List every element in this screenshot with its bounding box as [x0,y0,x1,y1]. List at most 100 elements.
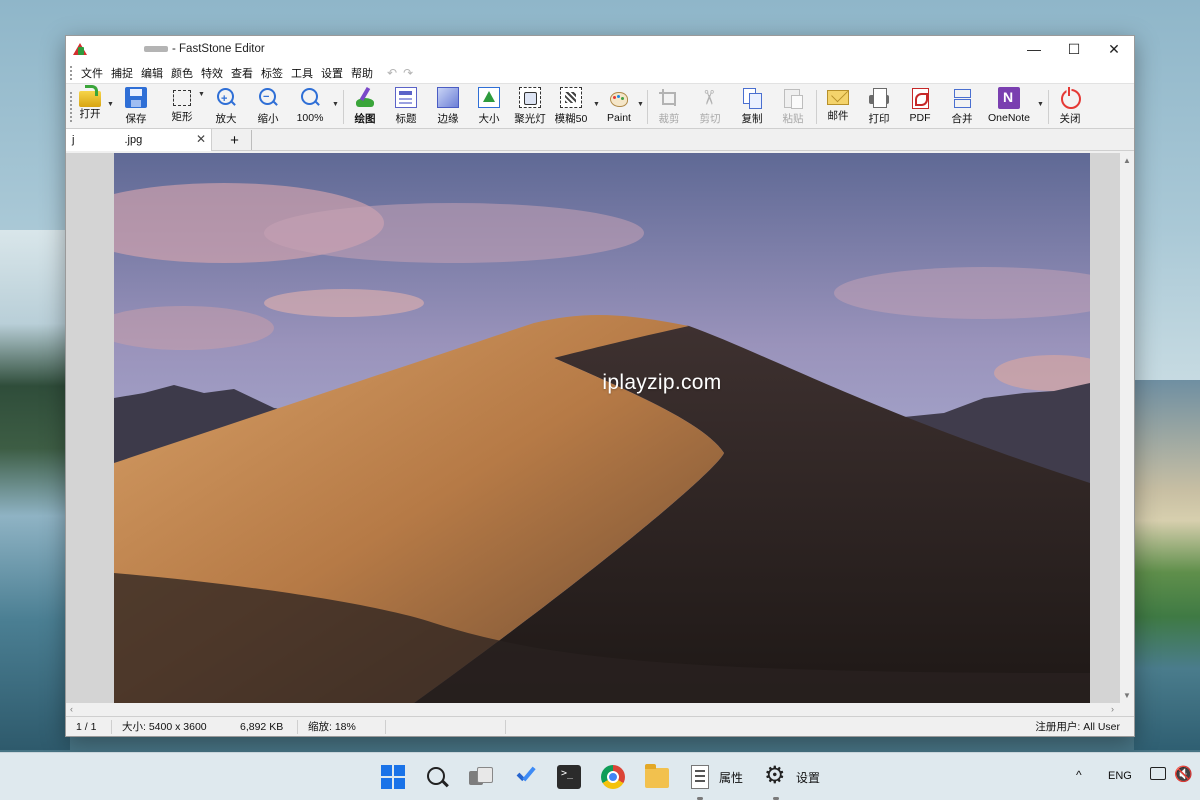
menu-color[interactable]: 颜色 [167,65,197,81]
tab-close-icon[interactable]: ✕ [196,132,206,146]
zoom-out-icon: − [257,87,279,108]
paint-button[interactable]: Paint [604,86,634,126]
print-button[interactable]: 打印 [865,86,893,126]
spotlight-button[interactable]: 聚光灯 [512,86,548,126]
copy-button[interactable]: 复制 [738,86,766,126]
edge-button[interactable]: 边缘 [434,86,462,126]
open-dropdown-arrow[interactable]: ▼ [107,101,114,108]
zoom-out-label: 缩小 [257,113,279,125]
zoom-out-button[interactable]: − 缩小 [254,86,282,126]
close-window-button[interactable]: ✕ [1094,36,1134,62]
pdf-label: PDF [909,112,931,124]
onenote-dropdown-arrow[interactable]: ▼ [1037,101,1044,108]
zoom-actual-icon [299,87,321,109]
size-label: 大小: [122,721,146,733]
pdf-icon [909,87,931,109]
todo-check-icon[interactable] [513,765,537,789]
pdf-button[interactable]: PDF [906,86,934,126]
paint-dropdown-arrow[interactable]: ▼ [637,101,644,108]
terminal-icon[interactable] [557,765,581,789]
horizontal-scrollbar[interactable]: ‹ › [66,703,1134,716]
toolbar-grip[interactable] [70,92,73,122]
crop-label: 裁剪 [658,113,680,125]
menu-view[interactable]: 查看 [227,65,257,81]
scissors-icon [699,87,721,108]
menu-settings[interactable]: 设置 [317,65,347,81]
network-icon[interactable] [1150,767,1166,780]
status-empty-cell [386,719,506,734]
volume-muted-icon[interactable]: 🔇 [1174,765,1193,783]
toolbar-separator [647,90,648,124]
menu-grip[interactable] [70,65,73,80]
blur-button[interactable]: 模糊50 [553,86,589,126]
scroll-left-arrow[interactable]: ‹ [70,704,73,714]
copy-label: 复制 [741,113,763,125]
zoom-100-button[interactable]: 100% [294,86,326,126]
save-disk-icon [125,87,147,108]
size-value: 5400 x 3600 [148,720,207,733]
scroll-right-arrow[interactable]: › [1111,704,1114,714]
crop-icon [658,87,680,108]
menu-tools[interactable]: 工具 [287,65,317,81]
resize-label: 大小 [478,113,500,125]
image-viewer[interactable]: iplayzip.com ▲ ▼ ‹ › [66,153,1134,716]
tray-chevron-up-icon[interactable]: ^ [1076,768,1082,782]
toolbar-separator [1048,90,1049,124]
scroll-down-arrow[interactable]: ▼ [1123,691,1131,700]
zoom-in-button[interactable]: + 放大 [212,86,240,126]
open-button[interactable]: 打开 [76,85,104,126]
zoom-label: 缩放: [308,721,332,733]
save-button[interactable]: 保存 [122,86,150,126]
cut-button[interactable]: 剪切 [696,86,724,126]
language-indicator[interactable]: ENG [1108,770,1132,782]
app-window: - FastStone Editor — ☐ ✕ 文件 捕捉 编辑 颜色 特效 … [65,35,1135,737]
maximize-button[interactable]: ☐ [1054,36,1094,62]
rect-dropdown-arrow[interactable]: ▼ [198,91,205,98]
envelope-icon [827,90,849,105]
undo-icon[interactable]: ↶ [387,66,397,80]
windows-start-icon[interactable] [381,765,405,789]
menu-effects[interactable]: 特效 [197,65,227,81]
properties-label[interactable]: 属性 [719,769,743,786]
rect-label: 矩形 [171,111,193,123]
blur-dropdown-arrow[interactable]: ▼ [593,101,600,108]
registered-user: 注册用户: All User [1035,721,1120,733]
caption-label: 标题 [395,113,417,125]
settings-label[interactable]: 设置 [796,769,820,786]
new-tab-button[interactable]: + [218,130,252,150]
chrome-icon[interactable] [601,765,625,789]
paste-button[interactable]: 粘贴 [779,86,807,126]
merge-label: 合并 [951,113,973,125]
status-bar: 1 / 1 大小: 5400 x 3600 6,892 KB 缩放: 18% 注… [66,716,1134,736]
page-indicator: 1 / 1 [66,719,112,734]
window-title: - FastStone Editor [144,43,265,55]
redo-icon[interactable]: ↷ [403,66,413,80]
menu-file[interactable]: 文件 [77,65,107,81]
vertical-scrollbar[interactable]: ▲ ▼ [1120,153,1134,703]
zoom-value: 18% [334,720,356,733]
menu-tabs[interactable]: 标签 [257,65,287,81]
rect-select-button[interactable]: 矩形 [167,86,197,126]
search-icon[interactable] [425,765,449,789]
draw-button[interactable]: 绘图 [351,86,379,126]
settings-gear-icon[interactable] [764,761,788,790]
onenote-button[interactable]: OneNote [984,86,1034,126]
zoom-dropdown-arrow[interactable]: ▼ [332,101,339,108]
menu-edit[interactable]: 编辑 [137,65,167,81]
task-view-icon[interactable] [469,765,493,789]
caption-button[interactable]: 标题 [392,86,420,126]
merge-button[interactable]: 合并 [948,86,976,126]
menu-capture[interactable]: 捕捉 [107,65,137,81]
properties-icon[interactable] [691,765,709,789]
scroll-up-arrow[interactable]: ▲ [1123,156,1131,165]
minimize-button[interactable]: — [1014,36,1054,62]
close-image-button[interactable]: 关闭 [1056,86,1084,126]
email-button[interactable]: 邮件 [824,86,852,126]
menu-help[interactable]: 帮助 [347,65,377,81]
tab-strip: j .jpg ✕ + [66,129,1134,151]
image-tab[interactable]: j .jpg ✕ [66,129,212,151]
resize-button[interactable]: 大小 [475,86,503,126]
file-explorer-icon[interactable] [645,764,669,788]
desert-dune-image[interactable]: iplayzip.com [114,153,1090,703]
crop-button[interactable]: 裁剪 [655,86,683,126]
